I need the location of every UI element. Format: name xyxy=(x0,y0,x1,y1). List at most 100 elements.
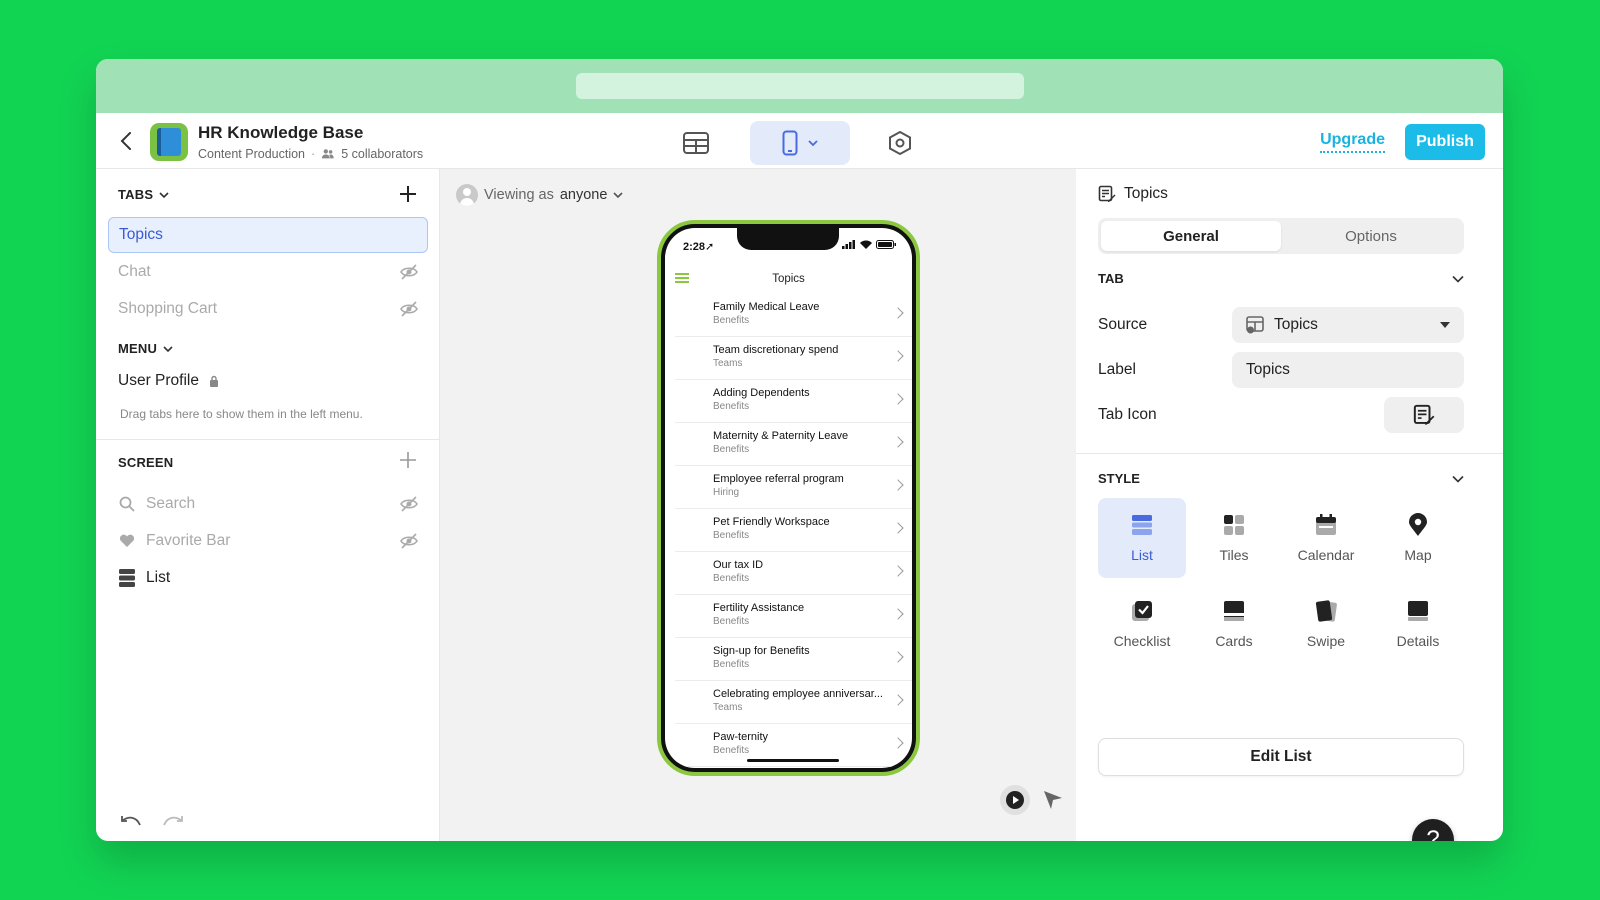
source-select[interactable]: Topics xyxy=(1232,307,1464,343)
browser-titlebar xyxy=(96,59,1503,113)
chevron-down-icon xyxy=(1452,275,1464,283)
play-icon xyxy=(1006,791,1024,809)
phone-screen-title: Topics xyxy=(772,273,805,285)
status-time: 2:28➚ xyxy=(683,241,715,253)
back-button[interactable] xyxy=(114,129,138,153)
menu-header-label: MENU xyxy=(118,341,158,356)
topic-category: Hiring xyxy=(713,487,740,498)
style-option-label: Map xyxy=(1404,547,1432,563)
style-option-cards[interactable]: Cards xyxy=(1190,584,1278,664)
topic-title: Sign-up for Benefits xyxy=(713,645,810,657)
eye-off-icon[interactable] xyxy=(400,264,418,280)
topic-title: Celebrating employee anniversar... xyxy=(713,688,883,700)
tab-item-chat[interactable]: Chat xyxy=(108,254,428,290)
panel-title-label: Topics xyxy=(1124,185,1168,202)
label-input[interactable]: Topics xyxy=(1232,352,1464,388)
topic-list-item[interactable]: Team discretionary spend Teams xyxy=(675,337,912,380)
topic-title: Family Medical Leave xyxy=(713,301,820,313)
cursor-pointer-icon[interactable] xyxy=(1040,787,1066,813)
tab-item-topics[interactable]: Topics xyxy=(108,217,428,253)
people-icon xyxy=(322,149,334,159)
screen-item-label: List xyxy=(146,569,171,586)
tab-icon-picker[interactable] xyxy=(1384,397,1464,433)
tab-icon-label: Tab Icon xyxy=(1098,406,1157,423)
app-title: HR Knowledge Base xyxy=(198,123,364,142)
screen-item-search[interactable]: Search xyxy=(118,487,428,521)
viewing-as-label: Viewing as xyxy=(484,187,554,203)
edit-list-button[interactable]: Edit List xyxy=(1098,738,1464,776)
menu-section-header[interactable]: MENU xyxy=(118,341,173,356)
topic-list-item[interactable]: Employee referral program Hiring xyxy=(675,466,912,509)
topic-title: Maternity & Paternity Leave xyxy=(713,430,849,442)
checklist-icon xyxy=(1132,601,1152,621)
tabs-section-header[interactable]: TABS xyxy=(118,187,169,202)
user-avatar-icon xyxy=(456,184,478,206)
style-option-label: Calendar xyxy=(1297,547,1355,563)
data-view-button[interactable] xyxy=(676,121,716,165)
publish-button[interactable]: Publish xyxy=(1405,124,1485,160)
upgrade-link[interactable]: Upgrade xyxy=(1320,131,1385,153)
play-preview-button[interactable] xyxy=(1000,785,1030,815)
properties-panel: Topics General Options TAB Source Topics… xyxy=(1076,169,1503,841)
topic-list-item[interactable]: Adding Dependents Benefits xyxy=(675,380,912,423)
screen-item-favorite-bar[interactable]: Favorite Bar xyxy=(118,524,428,558)
app-icon xyxy=(150,123,188,161)
add-tab-button[interactable] xyxy=(397,183,419,205)
label-value: Topics xyxy=(1246,361,1290,378)
topic-list-item[interactable]: Pet Friendly Workspace Benefits xyxy=(675,509,912,552)
settings-view-button[interactable] xyxy=(880,121,920,165)
layout-view-button[interactable] xyxy=(750,121,850,165)
topic-list-item[interactable]: Celebrating employee anniversar... Teams xyxy=(675,681,912,724)
topic-title: Our tax ID xyxy=(713,559,764,571)
app-window: HR Knowledge Base Content Production · 5… xyxy=(96,59,1503,841)
tab-options[interactable]: Options xyxy=(1281,221,1461,251)
edit-document-icon xyxy=(1098,185,1116,202)
redo-icon[interactable] xyxy=(162,815,184,829)
style-option-label: Details xyxy=(1396,633,1440,649)
source-label: Source xyxy=(1098,316,1148,333)
eye-off-icon[interactable] xyxy=(400,301,418,317)
source-value: Topics xyxy=(1274,316,1318,333)
topic-list-item[interactable]: Fertility Assistance Benefits xyxy=(675,595,912,638)
topic-title: Team discretionary spend xyxy=(713,344,839,356)
help-button[interactable]: ? xyxy=(1412,819,1454,841)
style-option-details[interactable]: Details xyxy=(1374,584,1462,664)
style-option-tiles[interactable]: Tiles xyxy=(1190,498,1278,578)
tab-general[interactable]: General xyxy=(1101,221,1281,251)
topic-list-item[interactable]: Sign-up for Benefits Benefits xyxy=(675,638,912,681)
chevron-down-icon xyxy=(1452,475,1464,483)
tabs-header-label: TABS xyxy=(118,187,154,202)
undo-icon[interactable] xyxy=(120,815,142,829)
style-option-swipe[interactable]: Swipe xyxy=(1282,584,1370,664)
style-option-map[interactable]: Map xyxy=(1374,498,1462,578)
chevron-left-icon xyxy=(120,132,131,150)
tab-section-header[interactable]: TAB xyxy=(1098,271,1464,286)
map-pin-icon xyxy=(1409,513,1427,536)
menu-item-user-profile[interactable]: User Profile xyxy=(108,363,428,399)
details-icon xyxy=(1408,601,1428,621)
add-component-button[interactable] xyxy=(397,449,419,471)
topic-category: Benefits xyxy=(713,573,750,584)
eye-off-icon[interactable] xyxy=(400,496,418,512)
viewing-as-selector[interactable]: Viewing as anyone xyxy=(456,184,624,206)
tab-item-shopping-cart[interactable]: Shopping Cart xyxy=(108,291,428,327)
topic-list-item[interactable]: Maternity & Paternity Leave Benefits xyxy=(675,423,912,466)
style-option-checklist[interactable]: Checklist xyxy=(1098,584,1186,664)
chevron-down-icon xyxy=(808,140,818,147)
screen-section-header: SCREEN xyxy=(118,455,173,470)
style-option-list[interactable]: List xyxy=(1098,498,1186,578)
chevron-down-icon xyxy=(613,192,624,199)
app-subtitle: Content Production · 5 collaborators xyxy=(198,147,424,161)
topic-category: Benefits xyxy=(713,401,750,412)
topic-list-item[interactable]: Our tax ID Benefits xyxy=(675,552,912,595)
panel-title: Topics xyxy=(1098,185,1168,203)
eye-off-icon[interactable] xyxy=(400,533,418,549)
screen-item-list[interactable]: List xyxy=(118,561,428,595)
address-bar[interactable] xyxy=(575,73,1024,99)
settings-hexagon-icon xyxy=(889,130,911,156)
topic-list-item[interactable]: Family Medical Leave Benefits xyxy=(675,294,912,337)
style-option-calendar[interactable]: Calendar xyxy=(1282,498,1370,578)
label-field-label: Label xyxy=(1098,361,1136,378)
style-section-header[interactable]: STYLE xyxy=(1098,471,1464,486)
screen-item-label: Favorite Bar xyxy=(146,532,231,549)
